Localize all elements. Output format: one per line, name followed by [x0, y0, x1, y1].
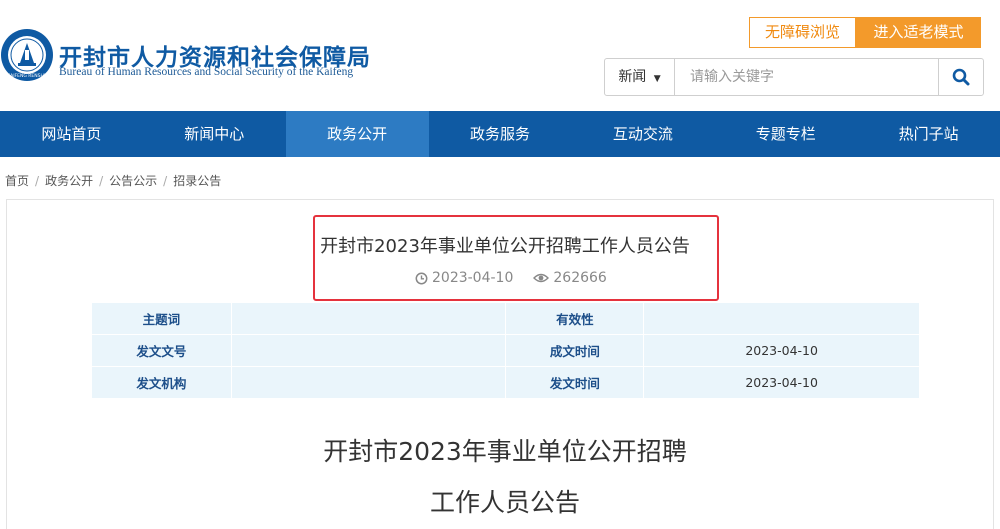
accessibility-button[interactable]: 无障碍浏览: [749, 17, 856, 48]
nav-item-interaction[interactable]: 互动交流: [571, 111, 714, 157]
search-input[interactable]: [676, 59, 938, 95]
search-category-dropdown[interactable]: 新闻 ▼: [605, 59, 675, 95]
nav-item-news[interactable]: 新闻中心: [143, 111, 286, 157]
search-bar: 新闻 ▼: [604, 58, 984, 96]
bureau-logo[interactable]: KAIFENG RENSHE: [0, 28, 54, 82]
table-row: 主题词 有效性: [91, 302, 920, 335]
site-subtitle: Bureau of Human Resources and Social Sec…: [59, 66, 354, 78]
breadcrumb-separator: /: [163, 174, 168, 188]
info-label-issuer: 发文机构: [91, 366, 232, 399]
info-label-issue-date: 发文时间: [505, 366, 645, 399]
info-label-written-date: 成文时间: [505, 334, 645, 367]
article-views-group: 262666: [533, 270, 607, 286]
site-header: KAIFENG RENSHE 开封市人力资源和社会保障局 Bureau of H…: [0, 0, 1000, 111]
article-views: 262666: [553, 270, 607, 286]
breadcrumb-separator: /: [99, 174, 104, 188]
search-category-label: 新闻: [618, 69, 647, 85]
document-info-table: 主题词 有效性 发文文号 成文时间 2023-04-10 发文机构 发文时间 2…: [91, 302, 920, 399]
elder-mode-button[interactable]: 进入适老模式: [856, 17, 981, 48]
nav-item-home[interactable]: 网站首页: [0, 111, 143, 157]
breadcrumb-separator: /: [35, 174, 40, 188]
info-label-doc-number: 发文文号: [91, 334, 232, 367]
caret-down-icon: ▼: [653, 74, 661, 84]
search-button[interactable]: [938, 59, 983, 95]
table-row: 发文机构 发文时间 2023-04-10: [91, 366, 920, 399]
body-title-line1: 开封市2023年事业单位公开招聘: [323, 437, 687, 466]
info-label-keyword: 主题词: [91, 302, 232, 335]
clock-icon: [415, 272, 428, 284]
search-icon: [952, 68, 970, 86]
info-value-written-date: 2023-04-10: [643, 334, 920, 367]
breadcrumb-recruitment[interactable]: 招录公告: [173, 174, 221, 188]
breadcrumb-home[interactable]: 首页: [5, 174, 29, 188]
info-value-issue-date: 2023-04-10: [643, 366, 920, 399]
info-value-issuer: [230, 366, 507, 399]
breadcrumb-notices[interactable]: 公告公示: [109, 174, 157, 188]
eye-icon: [533, 273, 550, 283]
nav-item-topics[interactable]: 专题专栏: [714, 111, 857, 157]
main-nav: 网站首页 新闻中心 政务公开 政务服务 互动交流 专题专栏 热门子站: [0, 111, 1000, 157]
breadcrumb: 首页 / 政务公开 / 公告公示 / 招录公告: [5, 172, 221, 189]
info-label-validity: 有效性: [505, 302, 645, 335]
article-date-group: 2023-04-10: [415, 270, 513, 286]
table-row: 发文文号 成文时间 2023-04-10: [91, 334, 920, 367]
info-value-keyword: [230, 302, 507, 335]
article-meta: 2023-04-10 262666: [415, 270, 607, 286]
article-date: 2023-04-10: [432, 270, 514, 286]
logo-text: KAIFENG RENSHE: [7, 73, 47, 79]
breadcrumb-gov-affairs[interactable]: 政务公开: [45, 174, 93, 188]
highlight-box: [313, 215, 719, 301]
nav-item-gov-affairs[interactable]: 政务公开: [285, 111, 429, 157]
nav-item-substations[interactable]: 热门子站: [857, 111, 1000, 157]
body-title-line2: 工作人员公告: [429, 488, 580, 517]
info-value-validity: [643, 302, 920, 335]
article-title: 开封市2023年事业单位公开招聘工作人员公告: [320, 236, 690, 257]
info-value-doc-number: [230, 334, 507, 367]
nav-item-gov-services[interactable]: 政务服务: [429, 111, 572, 157]
